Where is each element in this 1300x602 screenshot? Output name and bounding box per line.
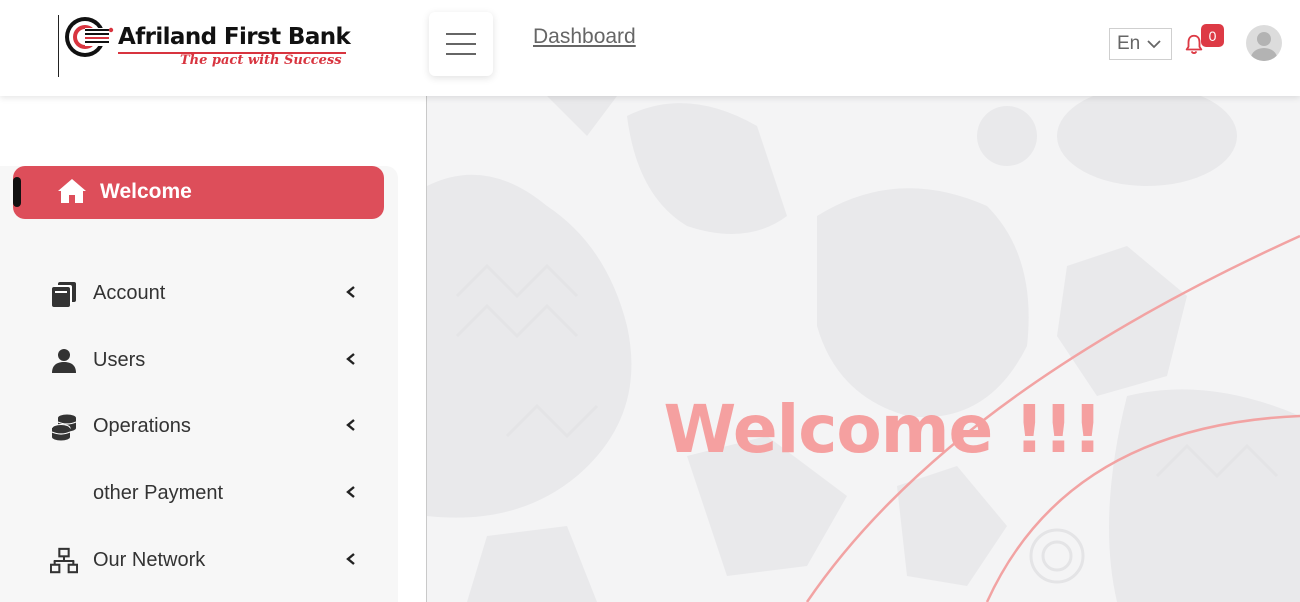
sidebar: Welcome Account Users Operations other P… [0,96,426,602]
sidebar-item-users[interactable]: Users [0,337,398,383]
logo-divider [58,15,59,77]
top-header: Afriland First Bank The pact with Succes… [0,0,1300,96]
chevron-left-icon [346,553,355,565]
sidebar-item-label: Welcome [100,180,192,203]
bank-logo-mark-icon [65,17,114,57]
coins-icon [51,414,77,441]
sidebar-item-operations[interactable]: Operations [0,403,398,449]
sidebar-item-account[interactable]: Account [0,270,398,316]
language-value: En [1117,33,1141,54]
account-icon [52,282,76,307]
home-icon [58,179,86,203]
main-content: Welcome !!! [427,96,1300,602]
chevron-left-icon [346,353,355,365]
chevron-down-icon [1147,40,1161,49]
chevron-left-icon [346,419,355,431]
breadcrumb-dashboard-link[interactable]: Dashboard [533,25,636,49]
hamburger-icon [446,33,476,55]
sidebar-item-label: Account [93,282,166,304]
african-pattern-background [427,96,1300,602]
network-icon [50,547,78,574]
bank-logo[interactable]: Afriland First Bank The pact with Succes… [62,14,362,74]
sidebar-item-label: Our Network [93,549,206,571]
logo-tagline: The pact with Success [180,53,342,68]
sidebar-item-our-network[interactable]: Our Network [0,537,398,583]
user-avatar-icon [1251,32,1277,61]
chevron-left-icon [346,486,355,498]
active-indicator [13,177,21,207]
sidebar-item-label: other Payment [93,482,224,504]
language-select[interactable]: En [1109,28,1172,60]
sidebar-item-label: Operations [93,415,191,437]
logo-name: Afriland First Bank [118,24,351,50]
notification-count-badge: 0 [1201,24,1224,47]
menu-toggle-button[interactable] [429,12,493,76]
avatar[interactable] [1246,25,1282,61]
chevron-left-icon [346,286,355,298]
user-icon [52,349,76,373]
sidebar-item-label: Users [93,349,146,371]
welcome-message: Welcome !!! [663,391,1102,468]
sidebar-item-welcome[interactable]: Welcome [13,166,384,219]
sidebar-item-other-payment[interactable]: other Payment [0,470,398,516]
